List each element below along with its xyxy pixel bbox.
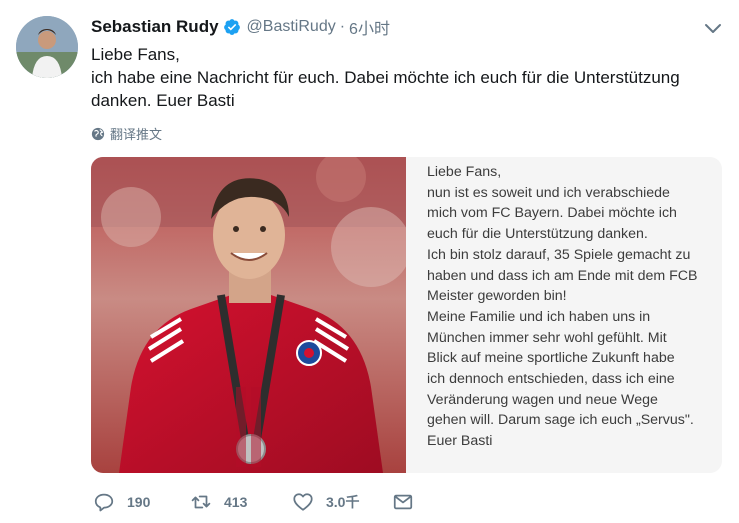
tweet-header: Sebastian Rudy @BastiRudy · 6小时 — [91, 16, 390, 38]
retweet-icon — [191, 495, 211, 509]
translate-tweet-link[interactable]: 翻译推文 — [91, 124, 162, 143]
media-attachment[interactable]: Liebe Fans, nun ist es soweit und ich ve… — [91, 157, 722, 473]
statement-line: ich dennoch entschieden, dass ich eine — [427, 371, 675, 388]
globe-icon — [91, 127, 105, 140]
direct-message-button[interactable] — [392, 488, 414, 516]
statement-line: Veränderung wagen und neue Wege — [427, 391, 658, 408]
translate-label[interactable]: 翻译推文 — [110, 124, 162, 143]
statement-line: Meister geworden bin! — [427, 288, 567, 305]
like-count: 3.0千 — [326, 494, 360, 510]
verified-badge-icon — [223, 18, 241, 36]
tweet[interactable]: Sebastian Rudy @BastiRudy · 6小时 Liebe Fa… — [0, 0, 739, 523]
statement-text: Liebe Fans, nun ist es soweit und ich ve… — [427, 162, 717, 452]
timestamp[interactable]: 6小时 — [349, 15, 390, 39]
retweet-count: 413 — [224, 494, 248, 510]
like-button[interactable]: 3.0千 — [292, 488, 359, 516]
statement-line: Liebe Fans, — [427, 164, 502, 180]
statement-line: haben und dass ich am Ende mit dem FCB — [427, 267, 698, 284]
retweet-button[interactable]: 413 — [190, 488, 247, 516]
tweet-text: Liebe Fans, ich habe eine Nachricht für … — [91, 43, 721, 112]
heart-icon — [293, 493, 313, 511]
tweet-text-line: danken. Euer Basti — [91, 91, 235, 110]
tweet-text-line: ich habe eine Nachricht für euch. Dabei … — [91, 68, 680, 87]
statement-line: Blick auf meine sportliche Zukunft habe — [427, 350, 675, 367]
statement-line: Euer Basti — [427, 433, 493, 450]
statement-line: gehen will. Darum sage ich euch „Servus"… — [427, 412, 694, 429]
reply-count: 190 — [127, 494, 151, 510]
statement-line: mich vom FC Bayern. Dabei möchte ich — [427, 205, 677, 222]
reply-button[interactable]: 190 — [93, 488, 150, 516]
tweet-actions: 190 413 3.0千 — [91, 488, 731, 516]
envelope-icon — [393, 494, 413, 510]
user-handle[interactable]: @BastiRudy — [247, 18, 336, 36]
avatar-image — [16, 16, 78, 78]
statement-line: Meine Familie und ich haben uns in — [427, 308, 651, 325]
display-name[interactable]: Sebastian Rudy — [91, 17, 219, 37]
statement-line: nun ist es soweit und ich verabschiede — [427, 184, 670, 201]
statement-line: euch für die Unterstützung danken. — [427, 226, 648, 243]
reply-icon — [94, 493, 114, 512]
avatar[interactable] — [16, 16, 78, 78]
separator-dot: · — [339, 18, 346, 35]
statement-line: Ich bin stolz darauf, 35 Spiele gemacht … — [427, 246, 691, 263]
statement-line: München immer sehr wohl gefühlt. Mit — [427, 329, 667, 346]
chevron-down-icon[interactable] — [703, 22, 723, 36]
player-photo[interactable] — [91, 157, 406, 473]
tweet-text-line: Liebe Fans, — [91, 45, 180, 64]
